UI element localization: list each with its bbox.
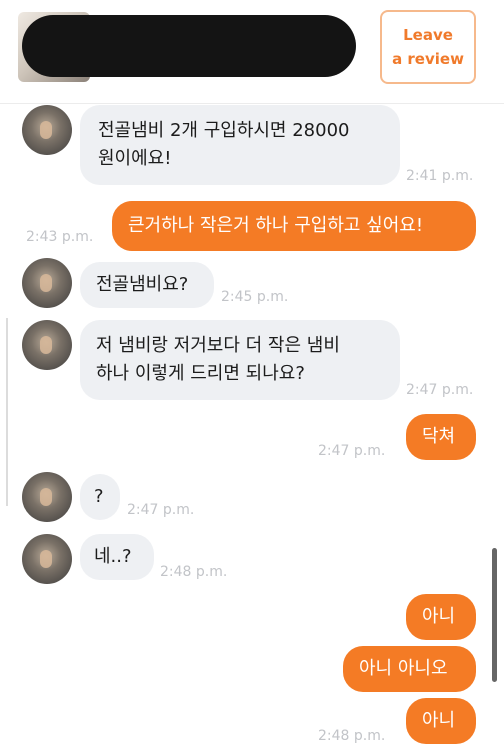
message-bubble-outgoing: 아니 [406, 698, 476, 744]
message-line: 하나 이렇게 드리면 되나요? [96, 363, 305, 384]
message-line: 닥쳐 [422, 426, 456, 447]
message-line: 저 냄비랑 저거보다 더 작은 냄비 [96, 335, 340, 356]
message-bubble-incoming: ? [80, 474, 120, 520]
message-line: 아니 [422, 710, 456, 731]
message-bubble-outgoing: 큰거하나 작은거 하나 구입하고 싶어요! [112, 201, 476, 251]
message-line: 아니 아니오 [359, 658, 448, 679]
review-button-line2: a review [392, 50, 464, 68]
message-timestamp: 2:47 p.m. [406, 382, 474, 398]
message-timestamp: 2:48 p.m. [318, 728, 386, 744]
message-bubble-outgoing: 아니 아니오 [343, 646, 476, 692]
message-line: 큰거하나 작은거 하나 구입하고 싶어요! [128, 215, 424, 236]
message-timestamp: 2:43 p.m. [26, 229, 94, 245]
avatar[interactable] [22, 472, 72, 522]
message-line: ? [94, 486, 104, 507]
redacted-name-bar [22, 15, 356, 77]
message-line: 원이에요! [98, 148, 172, 169]
message-bubble-incoming: 전골냄비요? [80, 262, 214, 308]
message-timestamp: 2:47 p.m. [127, 502, 195, 518]
message-timestamp: 2:45 p.m. [221, 289, 289, 305]
message-bubble-incoming: 저 냄비랑 저거보다 더 작은 냄비 하나 이렇게 드리면 되나요? [80, 320, 400, 400]
message-timestamp: 2:41 p.m. [406, 168, 474, 184]
message-timestamp: 2:48 p.m. [160, 564, 228, 580]
avatar[interactable] [22, 534, 72, 584]
message-line: 전골냄비 2개 구입하시면 28000 [98, 120, 350, 141]
avatar[interactable] [22, 320, 72, 370]
message-line: 아니 [422, 606, 456, 627]
message-bubble-incoming: 네..? [80, 534, 154, 580]
message-line: 전골냄비요? [96, 274, 189, 295]
message-line: 네..? [94, 546, 132, 567]
message-timestamp: 2:47 p.m. [318, 443, 386, 459]
chat-header: Leave a review [0, 0, 504, 104]
avatar[interactable] [22, 105, 72, 155]
review-button-line1: Leave [403, 26, 453, 44]
message-bubble-incoming: 전골냄비 2개 구입하시면 28000 원이에요! [80, 105, 400, 185]
left-edge-divider [6, 318, 8, 506]
message-bubble-outgoing: 닥쳐 [406, 414, 476, 460]
message-bubble-outgoing: 아니 [406, 594, 476, 640]
leave-review-button[interactable]: Leave a review [380, 10, 476, 84]
avatar[interactable] [22, 258, 72, 308]
scrollbar[interactable] [492, 548, 497, 682]
